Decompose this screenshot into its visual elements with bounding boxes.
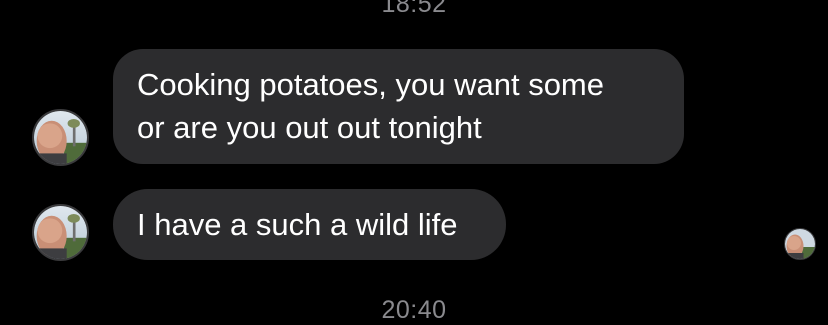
read-receipt-avatar <box>784 228 816 260</box>
message-text-line: Cooking potatoes, you want some <box>137 67 604 102</box>
sender-avatar[interactable] <box>32 109 89 166</box>
timestamp-top: 18:52 <box>381 0 447 18</box>
message-text-line: or are you out out tonight <box>137 110 482 145</box>
avatar-photo-icon <box>785 229 815 259</box>
avatar-photo-icon <box>34 206 87 259</box>
message-text-line: I have a such a wild life <box>137 207 458 242</box>
message-bubble[interactable]: Cooking potatoes, you want some or are y… <box>113 49 684 164</box>
avatar-photo-icon <box>34 111 87 164</box>
sender-avatar[interactable] <box>32 204 89 261</box>
timestamp-bottom: 20:40 <box>381 296 447 324</box>
message-bubble[interactable]: I have a such a wild life <box>113 189 506 260</box>
